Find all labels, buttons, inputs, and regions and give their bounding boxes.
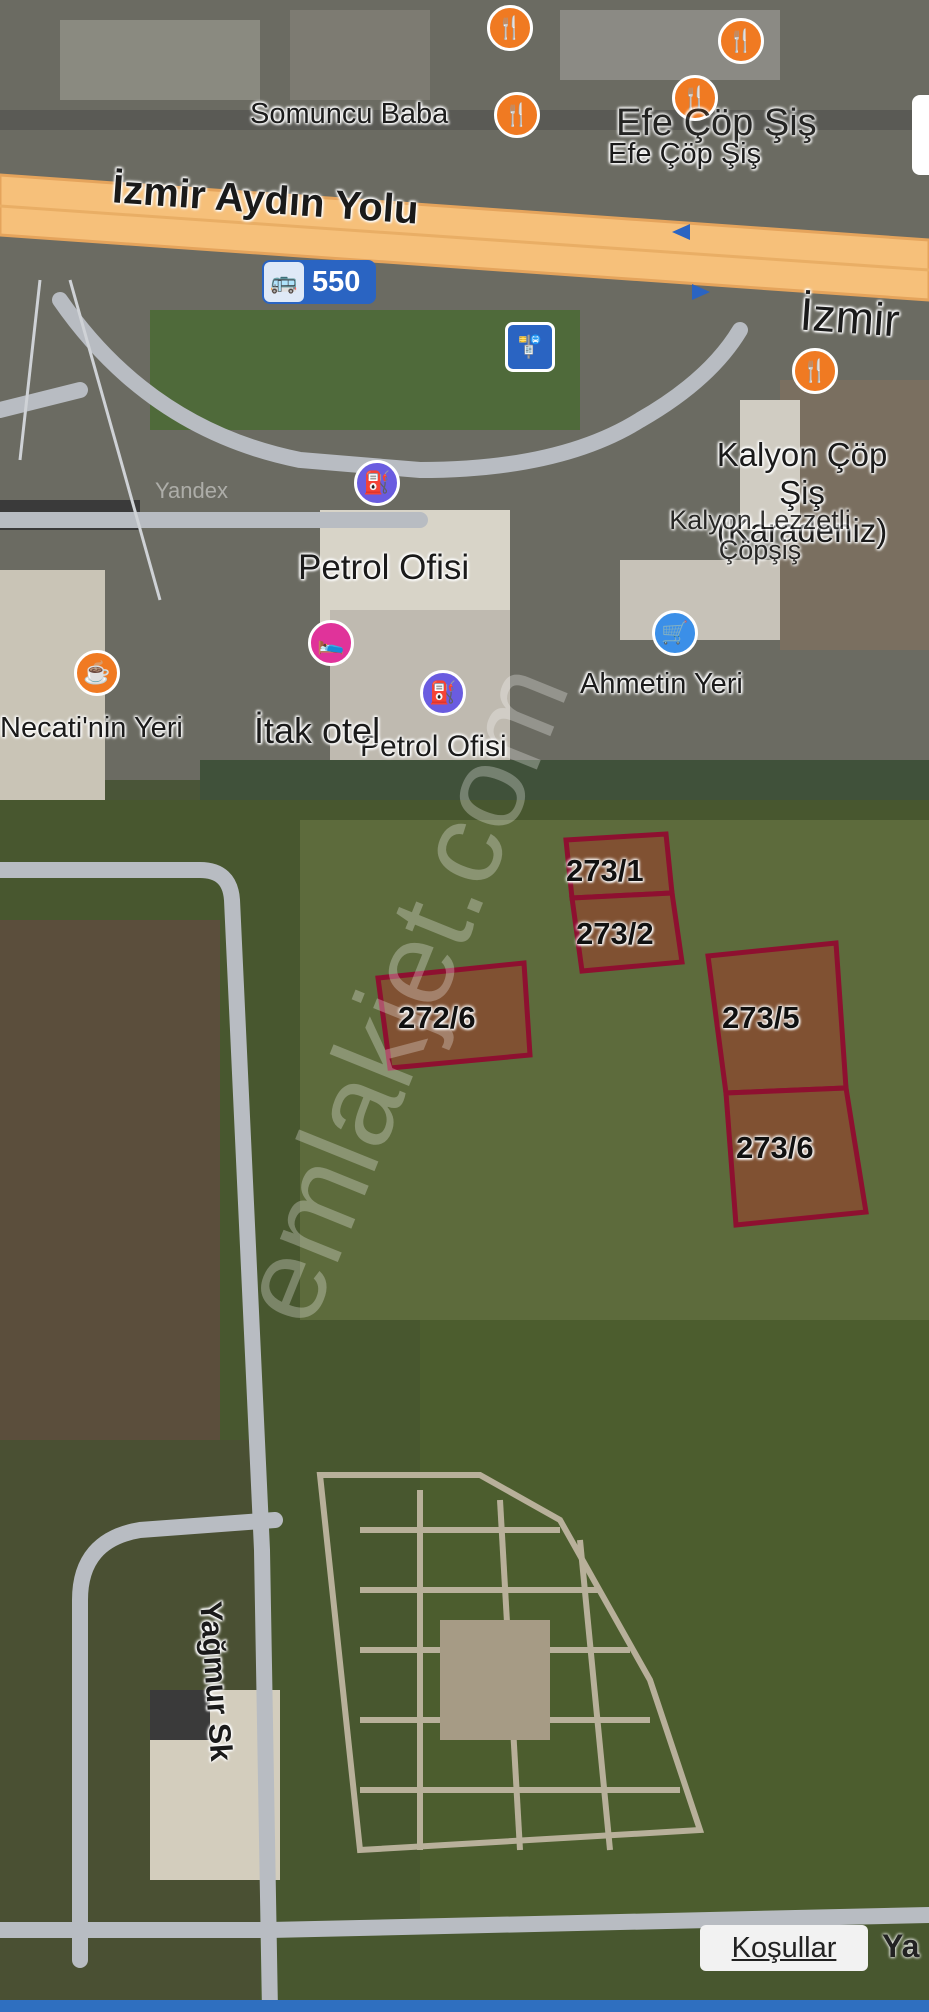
- parcel-label[interactable]: 272/6: [398, 1000, 476, 1036]
- parcel-label[interactable]: 273/5: [722, 1000, 800, 1036]
- poi-label[interactable]: Efe Çöp Şiş: [608, 138, 761, 171]
- poi-label[interactable]: Necati'nin Yeri: [0, 712, 183, 745]
- poi-label[interactable]: Somuncu Baba: [250, 98, 448, 131]
- provider-logo-partial: Ya: [882, 1928, 920, 1964]
- side-handle[interactable]: [912, 95, 929, 175]
- food-icon[interactable]: 🍴: [487, 5, 533, 51]
- parcel-label[interactable]: 273/6: [736, 1130, 814, 1166]
- food-icon[interactable]: 🍴: [792, 348, 838, 394]
- bus-route-number: 550: [312, 265, 361, 298]
- cafe-icon[interactable]: ☕: [74, 650, 120, 696]
- parcel-label[interactable]: 273/1: [566, 853, 644, 889]
- terms-button[interactable]: Koşullar: [700, 1925, 868, 1971]
- bottom-bar: [0, 2000, 929, 2012]
- road-label-izmir-right: İzmir: [798, 287, 902, 347]
- poi-label[interactable]: Kalyon Lezzetli Çöpşiş: [660, 505, 860, 565]
- poi-label[interactable]: İtak otel: [254, 710, 380, 752]
- food-icon[interactable]: 🍴: [718, 18, 764, 64]
- food-icon[interactable]: 🍴: [494, 92, 540, 138]
- hotel-icon[interactable]: 🛌: [308, 620, 354, 666]
- provider-faint-label: Yandex: [155, 478, 228, 503]
- poi-label[interactable]: Petrol Ofisi: [298, 548, 469, 588]
- fuel-icon[interactable]: ⛽: [420, 670, 466, 716]
- poi-label[interactable]: Ahmetin Yeri: [580, 668, 743, 701]
- bus-stop-icon[interactable]: 🚏: [505, 322, 555, 372]
- bus-route-badge[interactable]: 🚌 550: [262, 260, 376, 304]
- bus-icon: 🚌: [264, 262, 304, 302]
- fuel-icon[interactable]: ⛽: [354, 460, 400, 506]
- shop-icon[interactable]: 🛒: [652, 610, 698, 656]
- poi-label[interactable]: Petrol Ofisi: [360, 730, 507, 764]
- parcel-label[interactable]: 273/2: [576, 916, 654, 952]
